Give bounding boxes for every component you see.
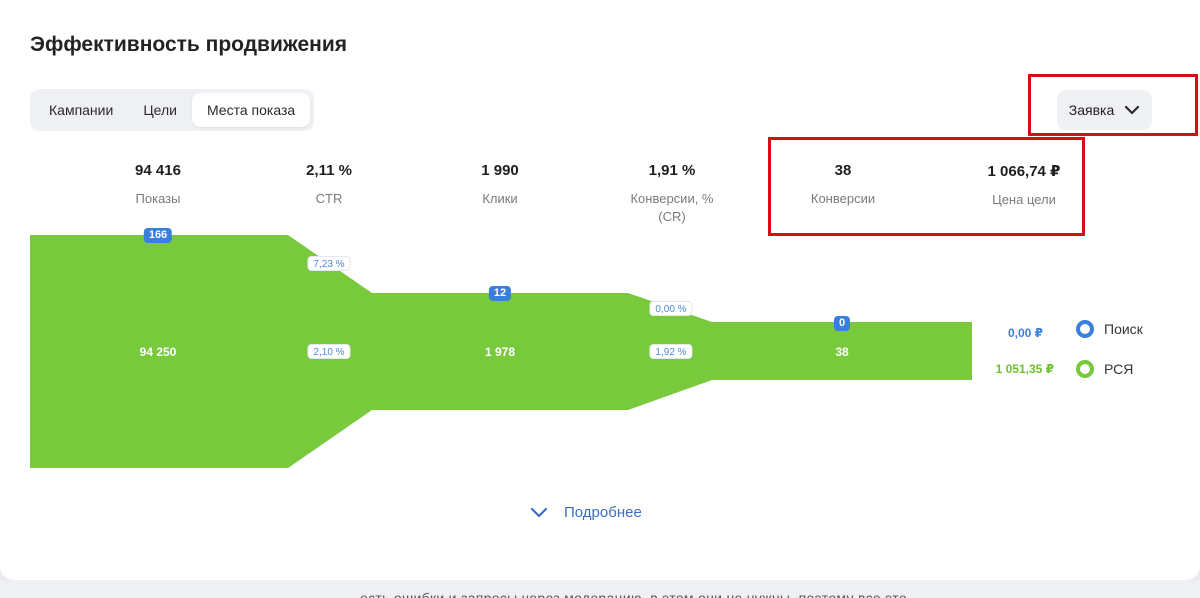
search-ring-icon — [1076, 320, 1094, 338]
legend-item-network[interactable]: РСЯ — [1076, 360, 1133, 378]
segment-total-value: 94 250 — [139, 345, 177, 359]
legend-label: Поиск — [1104, 321, 1143, 337]
segment-total-value: 1 978 — [484, 345, 516, 359]
promotion-efficiency-card: Эффективность продвижения Кампании Цели … — [0, 0, 1200, 580]
segment-search-badge: 12 — [488, 286, 512, 301]
transition-search-rate: 0,00 % — [649, 301, 693, 316]
transition-total-rate: 2,10 % — [307, 344, 351, 359]
legend-item-search[interactable]: Поиск — [1076, 320, 1143, 338]
segment-search-badge: 166 — [143, 228, 173, 243]
network-goal-cost: 1 051,35 ₽ — [995, 362, 1054, 376]
more-details-link[interactable]: Подробнее — [530, 504, 642, 521]
segment-total-value: 38 — [835, 345, 849, 359]
transition-search-rate: 7,23 % — [307, 256, 351, 271]
network-ring-icon — [1076, 360, 1094, 378]
bottom-strip: есть ошибки и запросы через модерацию, в… — [0, 580, 1200, 598]
segment-search-badge: 0 — [833, 316, 851, 331]
search-goal-cost: 0,00 ₽ — [1007, 326, 1043, 340]
chevron-down-icon — [530, 507, 548, 518]
footer-cut-text: есть ошибки и запросы через модерацию, в… — [360, 590, 907, 598]
more-details-label: Подробнее — [564, 504, 642, 521]
legend-label: РСЯ — [1104, 361, 1134, 377]
transition-total-rate: 1,92 % — [649, 344, 693, 359]
